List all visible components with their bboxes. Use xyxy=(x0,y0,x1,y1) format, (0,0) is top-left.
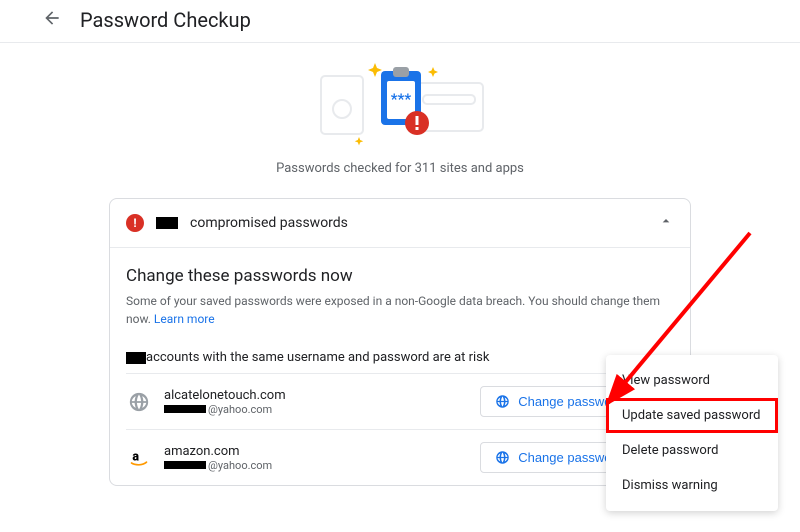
hero-section: *** Passwords checked for 311 sites and … xyxy=(0,43,800,176)
svg-text:***: *** xyxy=(391,90,412,108)
redacted-count xyxy=(156,217,178,229)
page-title: Password Checkup xyxy=(80,8,251,32)
svg-text:a: a xyxy=(132,449,139,464)
compromised-card: ! compromised passwords Change these pas… xyxy=(109,198,691,486)
amazon-icon: a xyxy=(128,447,150,469)
risk-line: accounts with the same username and pass… xyxy=(126,350,674,365)
redacted-username xyxy=(164,461,206,469)
account-info: alcatelonetouch.com @yahoo.com xyxy=(164,388,286,416)
app-header: Password Checkup xyxy=(0,0,800,43)
menu-update-password[interactable]: Update saved password xyxy=(606,398,778,433)
globe-icon xyxy=(128,391,150,413)
globe-icon xyxy=(495,394,510,409)
subhead: Change these passwords now xyxy=(126,266,674,286)
menu-delete-password[interactable]: Delete password xyxy=(606,433,778,468)
account-email: @yahoo.com xyxy=(164,403,286,416)
card-title: compromised passwords xyxy=(190,215,348,231)
account-info: amazon.com @yahoo.com xyxy=(164,444,272,472)
account-row: a amazon.com @yahoo.com Change password xyxy=(126,429,674,485)
back-arrow-icon[interactable] xyxy=(42,8,62,32)
site-name: amazon.com xyxy=(164,444,272,459)
risk-line-text: accounts with the same username and pass… xyxy=(146,350,489,365)
menu-view-password[interactable]: View password xyxy=(606,363,778,398)
redacted-count-2 xyxy=(126,352,146,364)
globe-icon xyxy=(495,450,510,465)
site-name: alcatelonetouch.com xyxy=(164,388,286,403)
chevron-up-icon[interactable] xyxy=(658,213,674,233)
hero-caption: Passwords checked for 311 sites and apps xyxy=(0,161,800,176)
account-row: alcatelonetouch.com @yahoo.com Change pa… xyxy=(126,373,674,429)
hero-illustration: *** xyxy=(305,61,495,151)
learn-more-link[interactable]: Learn more xyxy=(154,312,215,326)
sub-desc: Some of your saved passwords were expose… xyxy=(126,292,674,328)
account-email: @yahoo.com xyxy=(164,459,272,472)
card-header[interactable]: ! compromised passwords xyxy=(110,199,690,248)
alert-icon: ! xyxy=(126,214,144,232)
card-body: Change these passwords now Some of your … xyxy=(110,248,690,485)
redacted-username xyxy=(164,405,206,413)
context-menu: View password Update saved password Dele… xyxy=(606,355,778,511)
menu-dismiss-warning[interactable]: Dismiss warning xyxy=(606,468,778,503)
